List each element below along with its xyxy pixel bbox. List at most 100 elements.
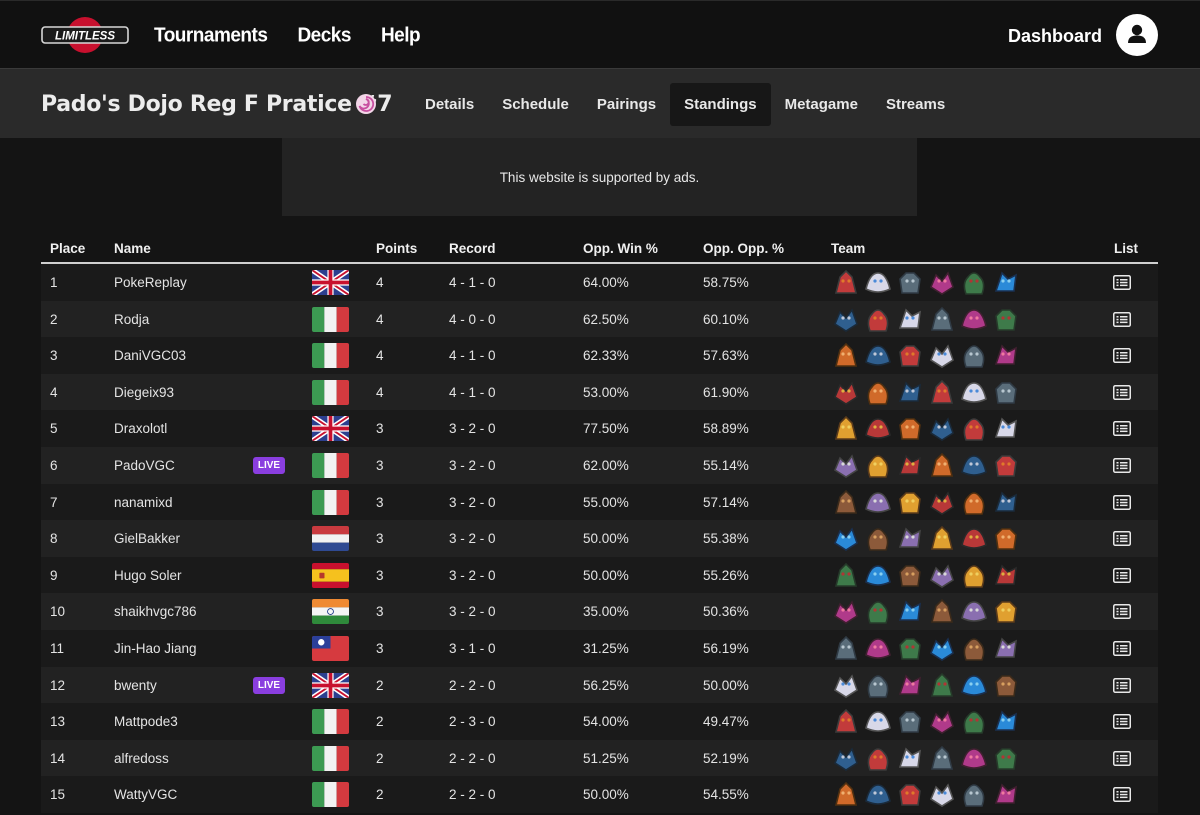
pokemon-sprite-icon[interactable] <box>990 670 1022 700</box>
pokemon-sprite-icon[interactable] <box>958 706 990 736</box>
pokemon-sprite-icon[interactable] <box>958 779 990 809</box>
nav-decks[interactable]: Decks <box>297 24 351 47</box>
decklist-icon[interactable] <box>1113 421 1131 437</box>
table-row[interactable]: 10 shaikhvgc786 3 3 - 2 - 0 35.00% 50.36% <box>41 593 1158 630</box>
limitless-logo[interactable]: LIMITLESS <box>40 16 130 54</box>
decklist-icon[interactable] <box>1113 604 1131 620</box>
player-name-link[interactable]: Jin-Hao Jiang <box>114 641 197 656</box>
pokemon-sprite-icon[interactable] <box>958 523 990 553</box>
pokemon-sprite-icon[interactable] <box>990 304 1022 334</box>
decklist-icon[interactable] <box>1113 384 1131 400</box>
pokemon-sprite-icon[interactable] <box>830 560 862 590</box>
tab-standings[interactable]: Standings <box>670 83 771 126</box>
table-row[interactable]: 13 Mattpode3 2 2 - 3 - 0 54.00% 49.47% <box>41 703 1158 740</box>
table-row[interactable]: 8 GielBakker 3 3 - 2 - 0 50.00% 55.38% <box>41 520 1158 557</box>
table-row[interactable]: 7 nanamixd 3 3 - 2 - 0 55.00% 57.14% <box>41 483 1158 521</box>
pokemon-sprite-icon[interactable] <box>958 670 990 700</box>
pokemon-sprite-icon[interactable] <box>926 670 958 700</box>
pokemon-sprite-icon[interactable] <box>894 779 926 809</box>
player-name-link[interactable]: shaikhvgc786 <box>114 604 197 619</box>
tab-streams[interactable]: Streams <box>872 83 959 126</box>
pokemon-sprite-icon[interactable] <box>894 413 926 443</box>
pokemon-sprite-icon[interactable] <box>830 304 862 334</box>
header-points[interactable]: Points <box>376 241 417 256</box>
pokemon-sprite-icon[interactable] <box>894 706 926 736</box>
tab-pairings[interactable]: Pairings <box>583 83 670 126</box>
pokemon-sprite-icon[interactable] <box>990 340 1022 370</box>
pokemon-sprite-icon[interactable] <box>990 633 1022 663</box>
pokemon-sprite-icon[interactable] <box>862 487 894 517</box>
player-name-link[interactable]: Hugo Soler <box>114 568 182 583</box>
header-opp-win[interactable]: Opp. Win % <box>583 241 658 256</box>
pokemon-sprite-icon[interactable] <box>894 340 926 370</box>
pokemon-sprite-icon[interactable] <box>958 340 990 370</box>
pokemon-sprite-icon[interactable] <box>862 633 894 663</box>
pokemon-sprite-icon[interactable] <box>830 450 862 480</box>
pokemon-sprite-icon[interactable] <box>894 743 926 773</box>
decklist-icon[interactable] <box>1113 677 1131 693</box>
pokemon-sprite-icon[interactable] <box>958 304 990 334</box>
pokemon-sprite-icon[interactable] <box>830 706 862 736</box>
player-name-link[interactable]: GielBakker <box>114 531 180 546</box>
pokemon-sprite-icon[interactable] <box>958 560 990 590</box>
pokemon-sprite-icon[interactable] <box>894 377 926 407</box>
pokemon-sprite-icon[interactable] <box>830 267 862 297</box>
decklist-icon[interactable] <box>1113 275 1131 290</box>
pokemon-sprite-icon[interactable] <box>926 450 958 480</box>
pokemon-sprite-icon[interactable] <box>926 487 958 517</box>
pokemon-sprite-icon[interactable] <box>926 706 958 736</box>
pokemon-sprite-icon[interactable] <box>830 743 862 773</box>
pokemon-sprite-icon[interactable] <box>958 413 990 443</box>
header-opp-opp[interactable]: Opp. Opp. % <box>703 241 784 256</box>
decklist-icon[interactable] <box>1113 640 1131 656</box>
pokemon-sprite-icon[interactable] <box>958 450 990 480</box>
decklist-icon[interactable] <box>1113 311 1131 327</box>
pokemon-sprite-icon[interactable] <box>830 523 862 553</box>
pokemon-sprite-icon[interactable] <box>926 560 958 590</box>
tab-metagame[interactable]: Metagame <box>771 83 872 126</box>
table-row[interactable]: 9 Hugo Soler 3 3 - 2 - 0 50.00% 55.26% <box>41 556 1158 594</box>
pokemon-sprite-icon[interactable] <box>926 596 958 626</box>
player-name-link[interactable]: PadoVGC <box>114 458 175 473</box>
table-row[interactable]: 3 DaniVGC03 4 4 - 1 - 0 62.33% 57.63% <box>41 337 1158 374</box>
pokemon-sprite-icon[interactable] <box>926 340 958 370</box>
pokemon-sprite-icon[interactable] <box>862 377 894 407</box>
table-row[interactable]: 15 WattyVGC 2 2 - 2 - 0 50.00% 54.55% <box>41 776 1158 813</box>
pokemon-sprite-icon[interactable] <box>990 413 1022 443</box>
pokemon-sprite-icon[interactable] <box>894 304 926 334</box>
pokemon-sprite-icon[interactable] <box>926 377 958 407</box>
pokemon-sprite-icon[interactable] <box>862 596 894 626</box>
pokemon-sprite-icon[interactable] <box>926 633 958 663</box>
pokemon-sprite-icon[interactable] <box>894 596 926 626</box>
decklist-icon[interactable] <box>1113 750 1131 766</box>
pokemon-sprite-icon[interactable] <box>990 560 1022 590</box>
table-row[interactable]: 11 Jin-Hao Jiang 3 3 - 1 - 0 31.25% 56.19% <box>41 629 1158 667</box>
header-place[interactable]: Place <box>50 241 85 256</box>
header-name[interactable]: Name <box>114 241 151 256</box>
decklist-icon[interactable] <box>1113 567 1131 583</box>
pokemon-sprite-icon[interactable] <box>830 413 862 443</box>
pokemon-sprite-icon[interactable] <box>862 304 894 334</box>
pokemon-sprite-icon[interactable] <box>894 633 926 663</box>
pokemon-sprite-icon[interactable] <box>926 779 958 809</box>
table-row[interactable]: 6 PadoVGC LIVE 3 3 - 2 - 0 62.00% 55.14% <box>41 446 1158 484</box>
pokemon-sprite-icon[interactable] <box>926 743 958 773</box>
pokemon-sprite-icon[interactable] <box>958 377 990 407</box>
pokemon-sprite-icon[interactable] <box>958 743 990 773</box>
table-row[interactable]: 4 Diegeix93 4 4 - 1 - 0 53.00% 61.90% <box>41 373 1158 411</box>
pokemon-sprite-icon[interactable] <box>830 487 862 517</box>
decklist-icon[interactable] <box>1113 787 1131 803</box>
pokemon-sprite-icon[interactable] <box>862 670 894 700</box>
user-avatar-button[interactable] <box>1116 14 1158 56</box>
pokemon-sprite-icon[interactable] <box>990 267 1022 297</box>
player-name-link[interactable]: DaniVGC03 <box>114 348 186 363</box>
pokemon-sprite-icon[interactable] <box>862 743 894 773</box>
pokemon-sprite-icon[interactable] <box>894 523 926 553</box>
pokemon-sprite-icon[interactable] <box>894 560 926 590</box>
pokemon-sprite-icon[interactable] <box>958 267 990 297</box>
pokemon-sprite-icon[interactable] <box>862 523 894 553</box>
pokemon-sprite-icon[interactable] <box>990 523 1022 553</box>
pokemon-sprite-icon[interactable] <box>990 743 1022 773</box>
player-name-link[interactable]: Diegeix93 <box>114 385 174 400</box>
player-name-link[interactable]: bwenty <box>114 678 157 693</box>
